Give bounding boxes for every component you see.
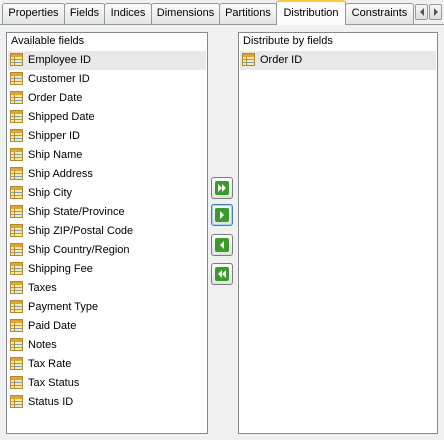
available-fields-list[interactable]: Available fields Employee ID Customer ID O… <box>6 32 208 434</box>
available-field-item[interactable]: Paid Date <box>8 317 206 336</box>
table-field-icon <box>10 72 23 85</box>
available-field-item[interactable]: Shipping Fee <box>8 260 206 279</box>
available-field-item-label: Ship State/Province <box>28 206 125 218</box>
distribute-by-fields-header: Distribute by fields <box>243 35 333 47</box>
distribution-page: Available fields Employee ID Customer ID O… <box>0 24 444 440</box>
tab-scroll-left-button[interactable] <box>415 4 428 20</box>
available-field-item-label: Taxes <box>28 282 57 294</box>
left-arrow-icon <box>215 238 229 252</box>
table-field-icon <box>10 129 23 142</box>
available-field-item[interactable]: Tax Status <box>8 374 206 393</box>
double-left-arrow-icon <box>215 267 229 281</box>
table-field-icon <box>10 186 23 199</box>
tab-properties[interactable]: Properties <box>2 3 65 24</box>
table-field-icon <box>10 338 23 351</box>
available-field-item-label: Customer ID <box>28 73 90 85</box>
available-field-item[interactable]: Shipped Date <box>8 108 206 127</box>
available-field-item-label: Shipping Fee <box>28 263 93 275</box>
tab-indices[interactable]: Indices <box>104 3 152 24</box>
available-field-item-label: Ship Country/Region <box>28 244 130 256</box>
available-field-item-label: Paid Date <box>28 320 77 332</box>
table-field-icon <box>10 281 23 294</box>
available-field-item[interactable]: Order Date <box>8 89 206 108</box>
tab-constraints[interactable]: Constraints <box>345 3 414 24</box>
table-field-icon <box>10 376 23 389</box>
table-field-icon <box>10 262 23 275</box>
table-field-icon <box>10 167 23 180</box>
table-field-icon <box>10 300 23 313</box>
available-field-item[interactable]: Ship State/Province <box>8 203 206 222</box>
available-field-item[interactable]: Ship Address <box>8 165 206 184</box>
remove-all-button[interactable] <box>211 263 233 285</box>
distribute-by-fields-list[interactable]: Distribute by fields Order ID <box>238 32 438 434</box>
table-field-icon <box>10 53 23 66</box>
table-field-icon <box>10 243 23 256</box>
table-field-icon <box>10 91 23 104</box>
available-field-item-label: Ship City <box>28 187 73 199</box>
tab-distribution[interactable]: Distribution <box>276 0 346 25</box>
tab-fields[interactable]: Fields <box>64 3 105 24</box>
chevron-right-icon <box>433 8 438 16</box>
available-field-item[interactable]: Shipper ID <box>8 127 206 146</box>
available-field-item[interactable]: Ship Name <box>8 146 206 165</box>
available-field-item-label: Tax Status <box>28 377 80 389</box>
tab-strip: Properties Fields Indices Dimensions Par… <box>0 0 444 25</box>
available-field-item-label: Ship ZIP/Postal Code <box>28 225 134 237</box>
available-field-item[interactable]: Taxes <box>8 279 206 298</box>
available-field-item-label: Ship Address <box>28 168 93 180</box>
available-field-item-label: Payment Type <box>28 301 99 313</box>
table-field-icon <box>10 205 23 218</box>
available-field-item[interactable]: Employee ID <box>8 51 206 70</box>
table-field-icon <box>10 224 23 237</box>
distribute-field-item-label: Order ID <box>260 54 303 66</box>
available-field-item[interactable]: Customer ID <box>8 70 206 89</box>
table-field-icon <box>10 395 23 408</box>
chevron-left-icon <box>419 8 424 16</box>
tab-partitions[interactable]: Partitions <box>219 3 277 24</box>
table-field-icon <box>10 357 23 370</box>
distribute-field-item[interactable]: Order ID <box>240 51 436 70</box>
tab-dimensions[interactable]: Dimensions <box>151 3 220 24</box>
right-arrow-icon <box>215 208 229 222</box>
table-field-icon <box>242 53 255 66</box>
available-field-item-label: Notes <box>28 339 57 351</box>
table-field-icon <box>10 148 23 161</box>
available-field-item[interactable]: Tax Rate <box>8 355 206 374</box>
add-all-button[interactable] <box>211 177 233 199</box>
available-field-item[interactable]: Notes <box>8 336 206 355</box>
available-field-item[interactable]: Ship City <box>8 184 206 203</box>
available-field-item-label: Status ID <box>28 396 74 408</box>
available-field-item-label: Shipper ID <box>28 130 80 142</box>
available-field-item-label: Tax Rate <box>28 358 72 370</box>
available-field-item[interactable]: Ship ZIP/Postal Code <box>8 222 206 241</box>
remove-button[interactable] <box>211 234 233 256</box>
available-field-item-label: Shipped Date <box>28 111 95 123</box>
available-field-item[interactable]: Status ID <box>8 393 206 412</box>
table-field-icon <box>10 319 23 332</box>
add-button[interactable] <box>211 204 233 226</box>
available-field-item-label: Order Date <box>28 92 83 104</box>
available-field-item-label: Employee ID <box>28 54 91 66</box>
available-field-item[interactable]: Payment Type <box>8 298 206 317</box>
tab-scroll-right-button[interactable] <box>429 4 442 20</box>
table-field-icon <box>10 110 23 123</box>
double-right-arrow-icon <box>215 181 229 195</box>
available-fields-header: Available fields <box>11 35 85 47</box>
available-field-item[interactable]: Ship Country/Region <box>8 241 206 260</box>
available-field-item-label: Ship Name <box>28 149 83 161</box>
